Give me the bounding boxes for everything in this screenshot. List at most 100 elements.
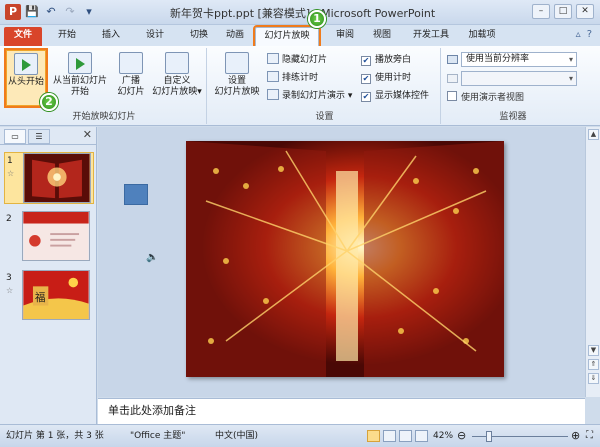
placeholder-shape[interactable] [124, 184, 148, 205]
show-media-controls-label: 显示媒体控件 [375, 91, 430, 101]
slide-thumbnail[interactable]: 1 ☆ [4, 152, 94, 204]
language-status[interactable]: 中文(中国) [215, 425, 258, 447]
minimize-ribbon-icon[interactable]: ▵ [576, 29, 581, 40]
slide-2-thumbnail-image [22, 211, 90, 261]
close-icon[interactable]: ✕ [576, 4, 594, 19]
slideshow-current-icon [68, 52, 92, 74]
zoom-slider-thumb[interactable] [486, 431, 492, 442]
from-beginning-label: 从头开始 [7, 77, 44, 87]
set-up-slide-show-button[interactable]: 设置 幻灯片放映 [211, 50, 263, 106]
window-title: 新年贺卡ppt.ppt [兼容模式] - Microsoft PowerPoin… [170, 7, 436, 20]
status-bar: 幻灯片 第 1 张，共 3 张 "Office 主题" 中文(中国) 42% ⊖… [0, 424, 600, 447]
rehearse-timings-button[interactable]: 排练计时 [267, 70, 318, 86]
tab-design[interactable]: 设计 [138, 27, 172, 46]
slideshow-play-icon [14, 53, 38, 75]
tab-view[interactable]: 视图 [365, 27, 399, 46]
animation-star-icon: ☆ [6, 286, 14, 295]
pane-tabs: ▭ ☰ ✕ [0, 127, 96, 145]
vertical-scrollbar[interactable]: ▲ ▼ ⇑ ⇓ [585, 127, 600, 397]
from-current-slide-button[interactable]: 从当前幻灯片 开始 [50, 50, 110, 106]
presenter-view-checkbox[interactable]: 使用演示者视图 [447, 90, 524, 106]
undo-icon[interactable]: ↶ [44, 4, 58, 20]
tab-home[interactable]: 开始 [50, 27, 84, 46]
group-setup: 设置 幻灯片放映 隐藏幻灯片 排练计时 录制幻灯片演示 ▾ ✔ 播放旁白 ✔ 使用计… [209, 48, 441, 124]
monitor-icon [447, 74, 458, 83]
notes-placeholder: 单击此处添加备注 [108, 404, 196, 417]
presenter-view-label: 使用演示者视图 [461, 93, 525, 103]
maximize-icon[interactable]: □ [554, 4, 572, 19]
previous-slide-icon[interactable]: ⇑ [588, 359, 599, 370]
group-monitors-label: 监视器 [499, 112, 527, 122]
sound-icon[interactable]: 🔈 [146, 252, 158, 263]
broadcast-icon [119, 52, 143, 74]
chevron-down-icon: ▾ [347, 91, 353, 101]
slide-thumbnail[interactable]: 3 ☆ 福 [4, 270, 94, 322]
slide-sorter-view-icon[interactable] [383, 430, 396, 442]
zoom-out-icon[interactable]: ⊖ [457, 425, 466, 447]
tab-transitions[interactable]: 切换 [182, 27, 216, 46]
custom-slide-show-button[interactable]: 自定义 幻灯片放映▾ [150, 50, 204, 106]
custom-label-1: 自定义 [163, 76, 191, 86]
outline-tab-icon[interactable]: ☰ [28, 129, 50, 144]
slide-number: 3 [6, 273, 12, 283]
powerpoint-app-icon[interactable]: P [5, 4, 21, 20]
tab-insert[interactable]: 插入 [94, 27, 128, 46]
show-on-dropdown[interactable]: ▾ [461, 71, 577, 86]
broadcast-slide-show-button[interactable]: 广播 幻灯片 [114, 50, 148, 106]
slide-thumbnail[interactable]: 2 [4, 211, 94, 263]
zoom-level[interactable]: 42% [433, 425, 453, 447]
resolution-dropdown[interactable]: 使用当前分辨率 ▾ [461, 52, 577, 67]
current-slide[interactable] [186, 141, 504, 377]
record-icon [267, 89, 279, 100]
scroll-down-icon[interactable]: ▼ [588, 345, 599, 356]
tab-file[interactable]: 文件 [4, 27, 42, 46]
group-start-label: 开始放映幻灯片 [72, 112, 136, 122]
tab-animations[interactable]: 动画 [218, 27, 252, 46]
fit-to-window-icon[interactable]: ⛶ [586, 425, 593, 447]
zoom-in-icon[interactable]: ⊕ [571, 425, 580, 447]
tab-addins[interactable]: 加载项 [462, 27, 502, 46]
minimize-icon[interactable]: – [532, 4, 550, 19]
checkbox-checked-icon: ✔ [361, 74, 371, 84]
notes-pane[interactable]: 单击此处添加备注 [98, 398, 585, 424]
tab-slide-show[interactable]: 幻灯片放映 [253, 25, 321, 48]
ribbon-tabs: 文件 开始 插入 设计 切换 动画 幻灯片放映 审阅 视图 开发工具 加载项 ▵… [0, 25, 600, 48]
chevron-down-icon: ▾ [568, 74, 573, 83]
reading-view-icon[interactable] [399, 430, 412, 442]
fu-character: 福 [35, 291, 46, 304]
ribbon-right-controls: ▵ ? [576, 29, 592, 40]
redo-icon[interactable]: ↷ [63, 4, 77, 20]
customize-qat-icon[interactable]: ▾ [82, 4, 96, 20]
callout-2-badge: 2 [40, 93, 58, 111]
theme-name[interactable]: "Office 主题" [130, 425, 185, 447]
show-media-controls-checkbox[interactable]: ✔ 显示媒体控件 [361, 88, 429, 104]
custom-show-icon [165, 52, 189, 74]
slide-number: 2 [6, 214, 12, 224]
slide-show-view-icon[interactable] [415, 430, 428, 442]
hide-slide-button[interactable]: 隐藏幻灯片 [267, 52, 327, 68]
record-slide-show-button[interactable]: 录制幻灯片演示 ▾ [267, 88, 352, 104]
next-slide-icon[interactable]: ⇓ [588, 373, 599, 384]
broadcast-label-2: 幻灯片 [117, 87, 145, 97]
slide-counter: 幻灯片 第 1 张，共 3 张 [6, 431, 104, 441]
normal-view-icon[interactable] [367, 430, 380, 442]
chevron-down-icon: ▾ [197, 87, 202, 97]
checkbox-unchecked-icon [447, 91, 457, 101]
tab-review[interactable]: 审阅 [328, 27, 362, 46]
scroll-up-icon[interactable]: ▲ [588, 129, 599, 140]
slide-edit-area: 🔈 [98, 127, 585, 397]
tab-developer[interactable]: 开发工具 [408, 27, 454, 46]
from-current-label-1: 从当前幻灯片 [52, 76, 107, 86]
close-pane-icon[interactable]: ✕ [83, 128, 92, 141]
save-icon[interactable]: 💾 [25, 4, 39, 20]
use-timings-checkbox[interactable]: ✔ 使用计时 [361, 70, 411, 86]
slides-tab-icon[interactable]: ▭ [4, 129, 26, 144]
checkbox-checked-icon: ✔ [361, 56, 371, 66]
from-current-label-2: 开始 [70, 87, 89, 97]
setup-label-1: 设置 [227, 76, 246, 86]
help-icon[interactable]: ? [587, 29, 592, 40]
ribbon: 从头开始 从当前幻灯片 开始 广播 幻灯片 自定义 幻灯片放映▾ 开始放映幻灯片… [0, 46, 600, 126]
slide-1-thumbnail-image [23, 153, 91, 203]
group-monitors: 使用当前分辨率 ▾ ▾ 使用演示者视图 监视器 [443, 48, 583, 124]
play-narrations-checkbox[interactable]: ✔ 播放旁白 [361, 52, 411, 68]
